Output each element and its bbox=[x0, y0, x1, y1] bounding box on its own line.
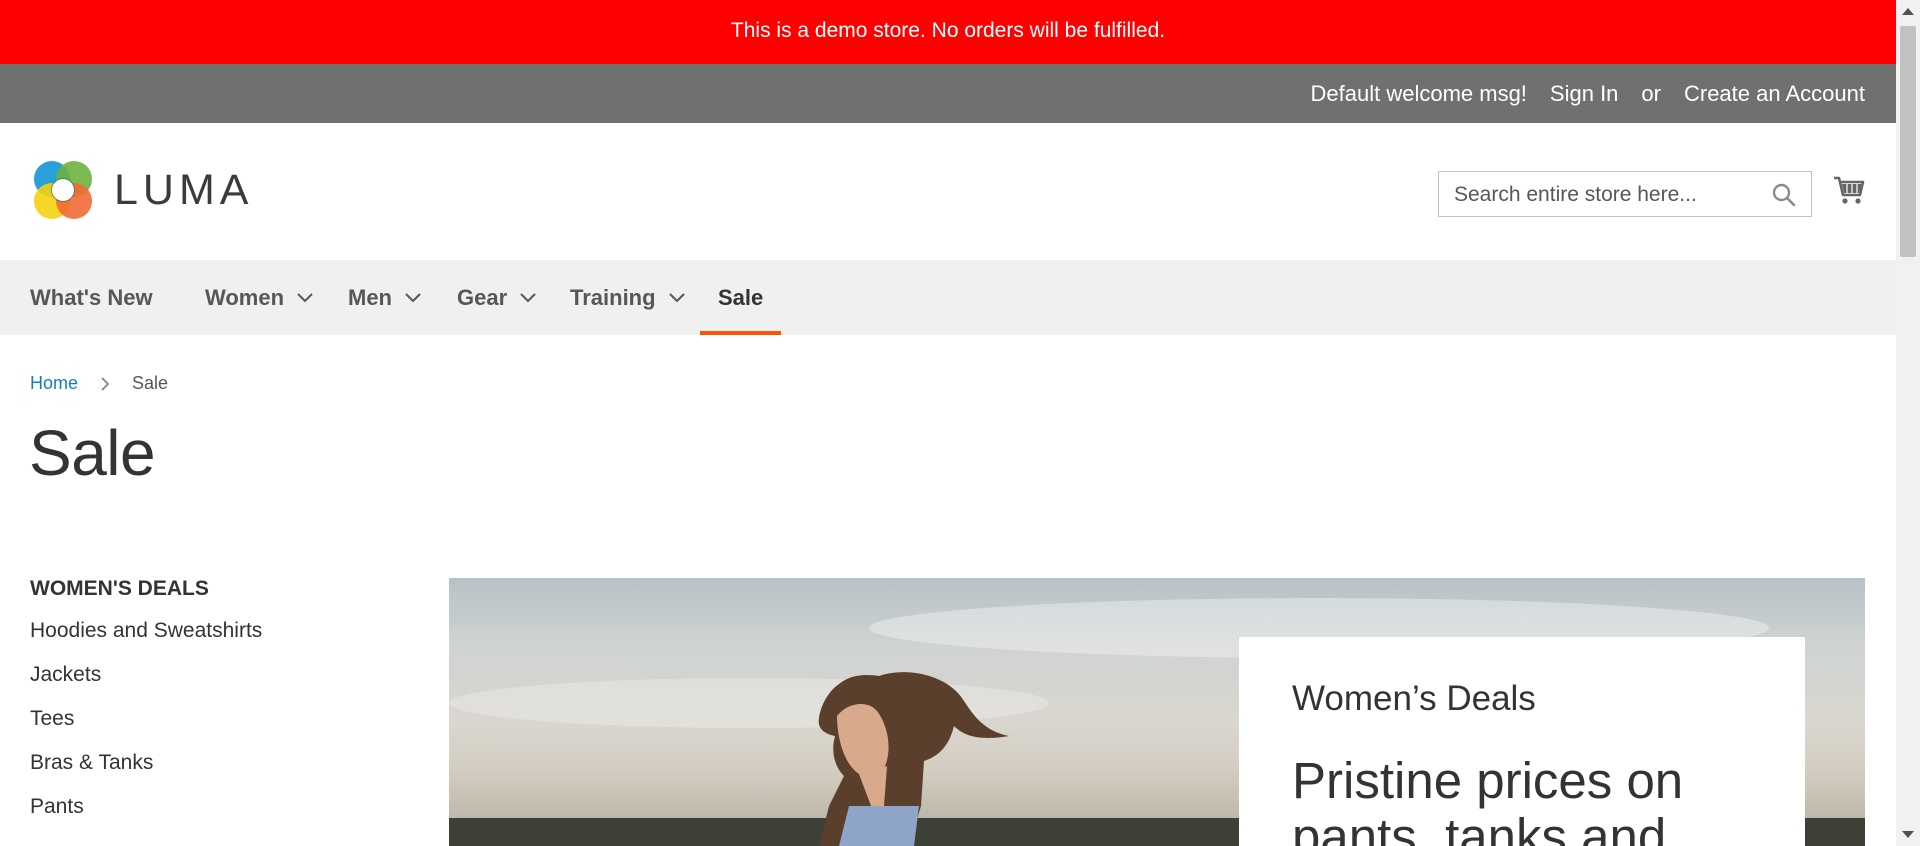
search-input[interactable] bbox=[1452, 172, 1766, 218]
nav-item-men[interactable]: Men bbox=[348, 260, 422, 335]
promo-card: Women’s Deals Pristine prices on pants, … bbox=[1239, 637, 1805, 846]
nav-item-label: Women bbox=[205, 284, 285, 310]
nav-item-training[interactable]: Training bbox=[570, 260, 686, 335]
nav-item-gear[interactable]: Gear bbox=[457, 260, 537, 335]
scrollbar-thumb[interactable] bbox=[1900, 26, 1916, 257]
header-links: Default welcome msg! Sign In or Create a… bbox=[1311, 64, 1866, 123]
sidebar-item-bras-tanks[interactable]: Bras & Tanks bbox=[30, 751, 410, 775]
nav-item-label: Sale bbox=[718, 284, 764, 310]
main-navigation: What's New Women Men Gear Training Sale bbox=[0, 260, 1896, 335]
page-scrollbar[interactable] bbox=[1896, 0, 1920, 846]
or-separator: or bbox=[1641, 80, 1661, 106]
sidebar-item-tees[interactable]: Tees bbox=[30, 707, 410, 731]
runner-woman-image bbox=[818, 672, 1009, 846]
logo-text: LUMA bbox=[114, 165, 254, 214]
chevron-down-icon bbox=[405, 292, 421, 302]
promo-kicker: Women’s Deals bbox=[1292, 679, 1536, 718]
sign-in-link[interactable]: Sign In bbox=[1550, 81, 1619, 107]
site-header: LUMA bbox=[0, 123, 1896, 260]
search-icon[interactable] bbox=[1771, 182, 1797, 208]
womens-deals-banner[interactable]: Women’s Deals Pristine prices on pants, … bbox=[449, 578, 1865, 846]
nav-item-label: Training bbox=[570, 284, 656, 310]
sidebar-item-pants[interactable]: Pants bbox=[30, 795, 410, 819]
nav-item-label: Men bbox=[348, 284, 392, 310]
top-links-bar: Default welcome msg! Sign In or Create a… bbox=[0, 64, 1896, 123]
chevron-down-icon bbox=[297, 292, 313, 302]
nav-item-sale[interactable]: Sale bbox=[699, 260, 782, 335]
welcome-message: Default welcome msg! bbox=[1310, 80, 1527, 106]
cart-icon[interactable] bbox=[1832, 173, 1866, 207]
breadcrumb: Home Sale bbox=[30, 373, 168, 394]
demo-store-notice-text: This is a demo store. No orders will be … bbox=[730, 19, 1166, 42]
promo-headline: Pristine prices on pants, tanks and bbox=[1292, 752, 1684, 846]
sidebar-item-hoodies[interactable]: Hoodies and Sweatshirts bbox=[30, 619, 410, 643]
breadcrumb-current: Sale bbox=[132, 373, 169, 393]
breadcrumb-home-link[interactable]: Home bbox=[30, 373, 78, 394]
chevron-down-icon bbox=[668, 292, 685, 302]
nav-item-label: Gear bbox=[457, 284, 508, 310]
nav-item-women[interactable]: Women bbox=[205, 260, 314, 335]
create-account-link[interactable]: Create an Account bbox=[1684, 81, 1865, 107]
chevron-down-icon bbox=[520, 292, 536, 302]
page-title: Sale bbox=[29, 417, 156, 489]
sidebar-heading: WOMEN'S DEALS bbox=[30, 577, 209, 600]
scroll-down-arrow-icon[interactable] bbox=[1902, 831, 1914, 838]
demo-store-notice: This is a demo store. No orders will be … bbox=[0, 0, 1896, 64]
nav-item-label: What's New bbox=[30, 284, 153, 310]
sidebar-deals: WOMEN'S DEALS Hoodies and Sweatshirts Ja… bbox=[30, 577, 410, 839]
search-box bbox=[1438, 171, 1812, 218]
nav-item-whats-new[interactable]: What's New bbox=[30, 260, 153, 335]
sidebar-item-jackets[interactable]: Jackets bbox=[30, 663, 410, 687]
chevron-right-icon bbox=[101, 376, 110, 391]
scroll-up-arrow-icon[interactable] bbox=[1902, 8, 1914, 15]
luma-logo-icon bbox=[34, 161, 92, 219]
store-logo[interactable]: LUMA bbox=[30, 157, 253, 223]
